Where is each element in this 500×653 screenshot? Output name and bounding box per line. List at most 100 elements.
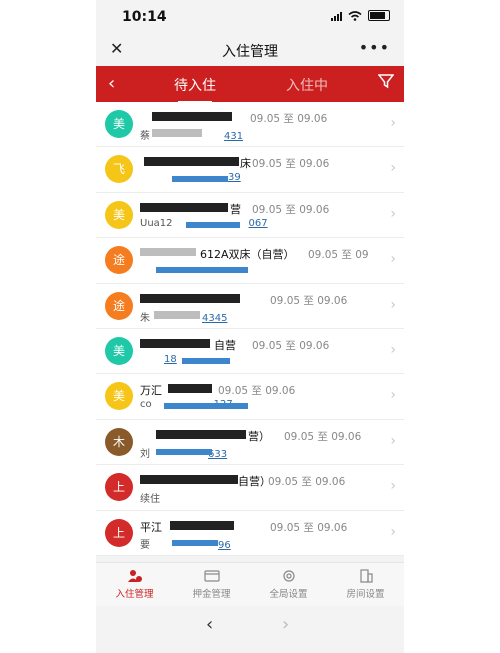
list-item[interactable]: 途 09.05 至 09.06 朱 4345 › (96, 283, 404, 329)
chevron-right-icon: › (390, 341, 396, 358)
list-item[interactable]: 美 自营 09.05 至 09.06 18 › (96, 328, 404, 375)
date-range: 09.05 至 09.06 (252, 158, 330, 171)
wifi-icon (348, 10, 362, 21)
room-name: 自营） (238, 475, 271, 489)
list-item[interactable]: 木 营） 09.05 至 09.06 刘 633 › (96, 419, 404, 466)
app-bar: ✕ 入住管理 ••• (96, 34, 404, 66)
chevron-right-icon: › (390, 251, 396, 268)
list-item[interactable]: 飞 床 09.05 至 09.06 39 › (96, 147, 404, 193)
redaction (168, 384, 212, 394)
status-time: 10:14 (122, 9, 167, 25)
date-range: 09.05 至 09 (308, 249, 369, 262)
avatar: 飞 (105, 155, 133, 184)
date-range: 09.05 至 09.06 (268, 476, 346, 489)
room-name: 营 (230, 202, 241, 216)
chevron-right-icon: › (390, 160, 396, 177)
nav-room-settings[interactable]: 房间设置 (327, 563, 404, 607)
redaction (156, 429, 246, 439)
avatar: 上 (105, 518, 133, 547)
chevron-right-icon: › (390, 432, 396, 449)
signal-icon (331, 11, 342, 21)
chevron-right-icon: › (390, 205, 396, 222)
avatar: 美 (105, 110, 133, 138)
redaction (182, 357, 230, 364)
chevron-right-icon: › (390, 115, 396, 131)
list-item[interactable]: 上 自营） 09.05 至 09.06 续住 › (96, 465, 404, 511)
chevron-right-icon: › (390, 523, 396, 540)
guest-info: 39 (228, 172, 241, 184)
nav-label: 押金管理 (192, 589, 231, 600)
list-item[interactable]: 上 平江 09.05 至 09.06 要 96 › (96, 510, 404, 556)
chevron-right-icon: › (390, 296, 396, 313)
avatar: 美 (105, 382, 133, 411)
battery-icon (368, 10, 390, 21)
redaction (152, 129, 202, 137)
room-name: 平江 (140, 520, 162, 534)
room-name: 万汇 (140, 384, 162, 398)
browser-nav-bar: ‹ › (96, 606, 404, 646)
date-range: 09.05 至 09.06 (284, 430, 362, 443)
chevron-right-icon: › (390, 478, 396, 495)
forward-chevron-icon[interactable]: › (282, 614, 289, 635)
back-chevron-icon[interactable]: ‹ (108, 73, 115, 94)
guest-info: 18 (164, 353, 177, 365)
date-range: 09.05 至 09.06 (270, 521, 348, 534)
redaction (152, 112, 232, 121)
filter-icon[interactable] (378, 73, 394, 89)
date-range: 09.05 至 09.06 (252, 339, 330, 352)
nav-deposit-management[interactable]: 押金管理 (173, 563, 250, 607)
date-range: 09.05 至 09.06 (270, 294, 348, 307)
tab-checked-in[interactable]: 入住中 (286, 75, 328, 95)
redaction (154, 310, 200, 319)
gear-icon (282, 570, 295, 582)
avatar: 木 (105, 427, 133, 456)
checkin-icon (127, 570, 142, 582)
redaction (170, 520, 234, 530)
tab-pending[interactable]: 待入住 (174, 75, 216, 103)
status-icons (331, 10, 390, 21)
booking-list: 美 09.05 至 09.06 蔡 431 › 飞 床 09.05 至 09.06… (96, 102, 404, 556)
list-item[interactable]: 美 营 09.05 至 09.06 Uua12 067 › (96, 192, 404, 239)
building-icon (359, 569, 373, 583)
bottom-nav: 入住管理 押金管理 全局设置 房间设置 (96, 562, 404, 607)
redaction (156, 448, 212, 455)
phone-screen: 10:14 ✕ 入住管理 ••• ‹ 待入住 入住中 美 09.05 至 09.… (96, 0, 404, 653)
nav-label: 入住管理 (115, 589, 154, 600)
more-options-icon[interactable]: ••• (359, 38, 390, 57)
list-item[interactable]: 美 09.05 至 09.06 蔡 431 › (96, 102, 404, 148)
nav-global-settings[interactable]: 全局设置 (250, 563, 327, 607)
avatar: 上 (105, 473, 133, 502)
redaction (156, 267, 248, 274)
guest-info: 续住 (140, 494, 160, 506)
room-name: 营） (248, 429, 270, 443)
list-item[interactable]: 美 万汇 09.05 至 09.06 co127 › (96, 374, 404, 420)
room-name: 床 (240, 157, 251, 171)
redaction (140, 202, 228, 212)
redaction (172, 539, 218, 546)
tab-bar: ‹ 待入住 入住中 (96, 66, 404, 103)
deposit-icon (203, 570, 220, 582)
nav-label: 房间设置 (346, 589, 385, 600)
redaction (186, 221, 240, 228)
avatar: 途 (105, 246, 133, 275)
redaction (172, 176, 228, 183)
redaction (140, 248, 196, 257)
redaction (164, 403, 248, 410)
avatar: 美 (105, 200, 133, 229)
room-name: 612A双床（自营） (200, 248, 295, 262)
redaction (140, 475, 238, 485)
date-range: 09.05 至 09.06 (252, 203, 330, 216)
nav-checkin-management[interactable]: 入住管理 (96, 563, 173, 607)
nav-label: 全局设置 (269, 589, 308, 600)
status-bar: 10:14 (96, 0, 404, 34)
room-name: 自营 (214, 338, 236, 352)
chevron-right-icon: › (390, 387, 396, 404)
avatar: 途 (105, 291, 133, 320)
redaction (140, 293, 240, 303)
date-range: 09.05 至 09.06 (250, 113, 328, 125)
date-range: 09.05 至 09.06 (218, 385, 296, 398)
list-item[interactable]: 途 612A双床（自营） 09.05 至 09 › (96, 238, 404, 284)
back-chevron-icon[interactable]: ‹ (206, 614, 213, 635)
redaction (140, 338, 210, 348)
avatar: 美 (105, 336, 133, 365)
